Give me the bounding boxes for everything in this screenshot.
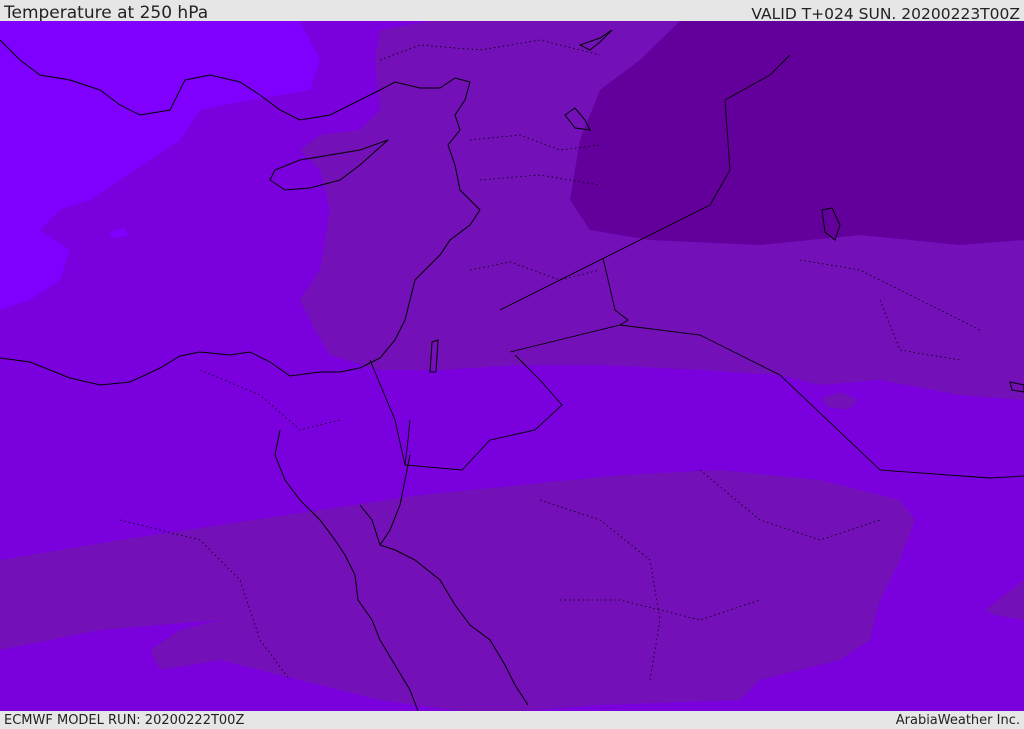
header-bar: Temperature at 250 hPa VALID T+024 SUN. … (0, 0, 1024, 23)
map-canvas (0, 21, 1024, 711)
credit: ArabiaWeather Inc. (895, 713, 1020, 728)
footer-bar: ECMWF MODEL RUN: 20200222T00Z ArabiaWeat… (0, 711, 1024, 729)
model-run: ECMWF MODEL RUN: 20200222T00Z (4, 713, 245, 728)
temperature-map[interactable] (0, 21, 1024, 711)
map-title: Temperature at 250 hPa (4, 3, 209, 23)
